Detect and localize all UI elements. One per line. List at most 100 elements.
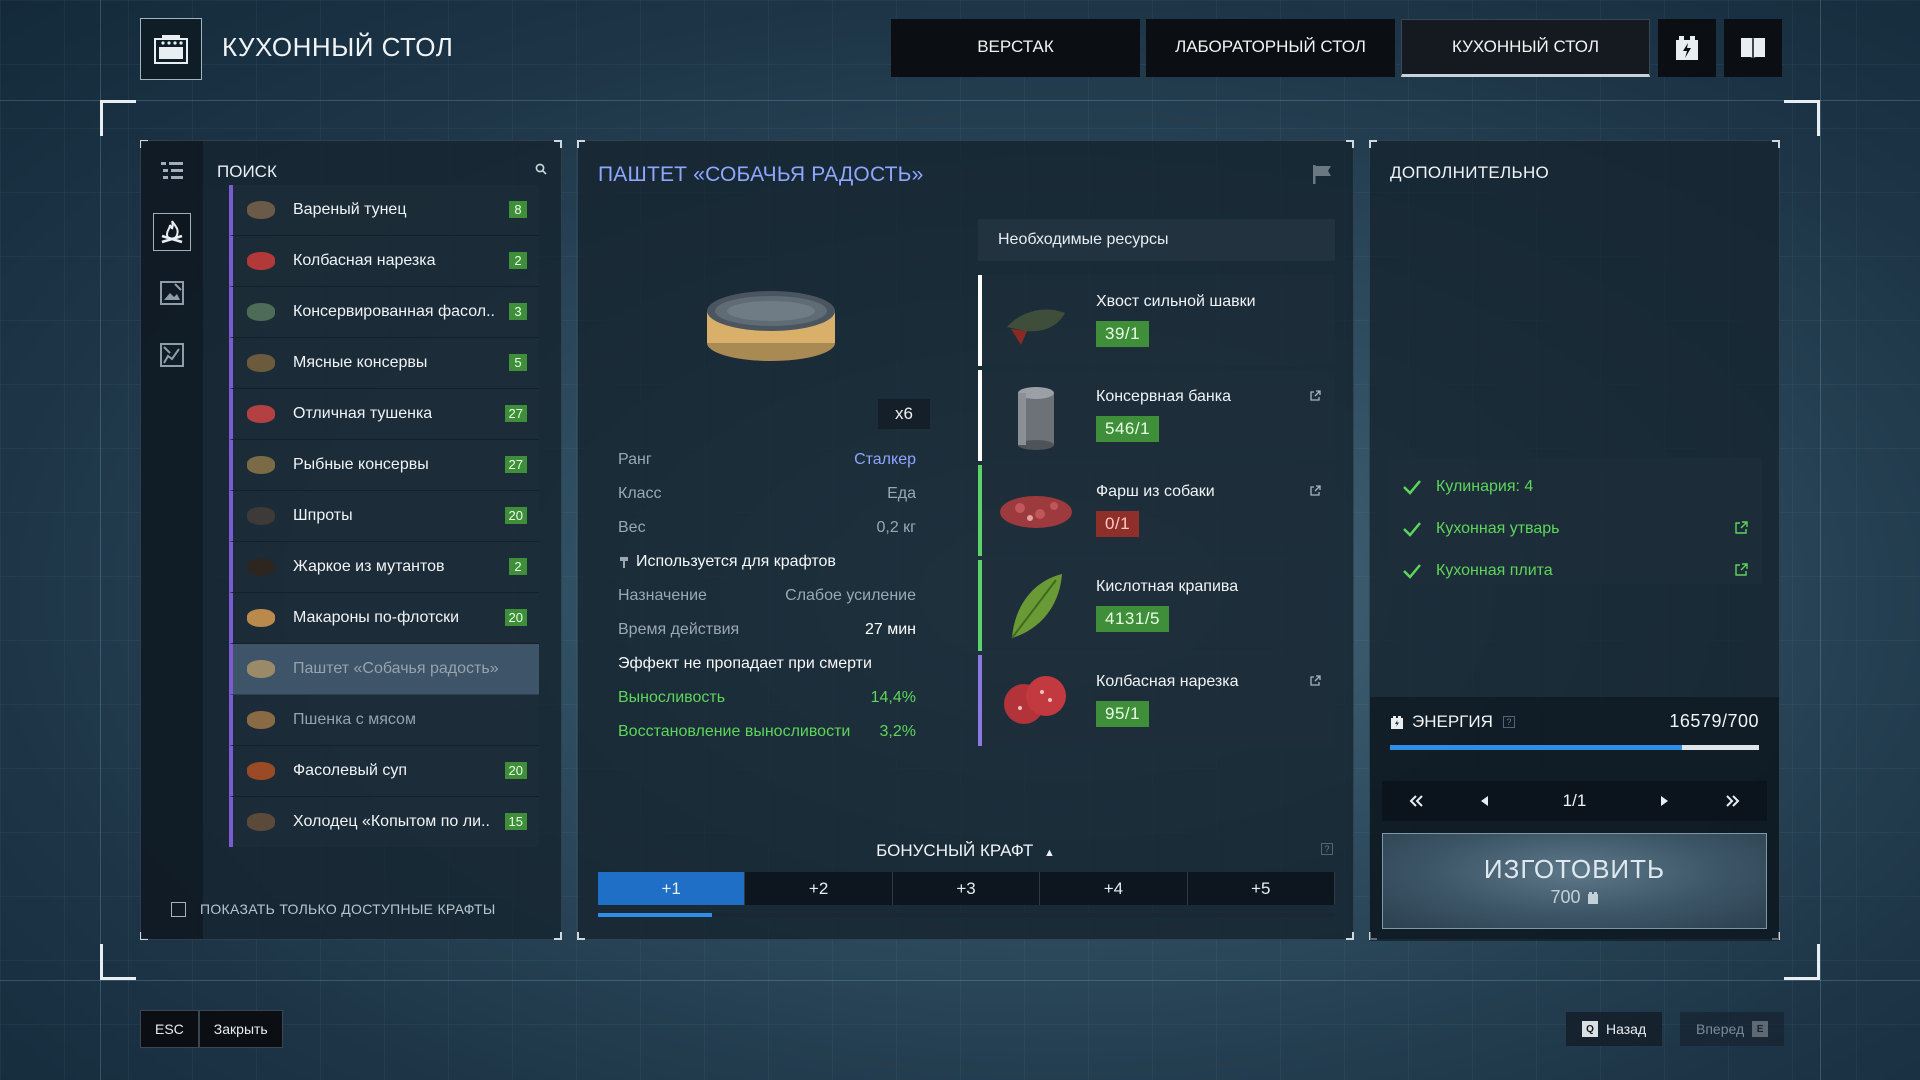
resource-name: Колбасная нарезка [1096,673,1239,690]
forward-button[interactable]: Вперед E [1680,1012,1785,1046]
energy-battery-icon [1391,715,1403,729]
stat-class: Класс Еда [618,477,916,511]
energy-row: ЭНЕРГИЯ ? 16579/700 [1390,711,1759,732]
campfire-icon [161,220,183,244]
energy-bar [1390,745,1759,750]
recipe-item[interactable]: Пшенка с мясом [229,695,539,746]
tab-kitchen-table[interactable]: КУХОННЫЙ СТОЛ [1401,19,1650,77]
category-2[interactable] [154,275,190,311]
available-filter[interactable]: ПОКАЗАТЬ ТОЛЬКО ДОСТУПНЫЕ КРАФТЫ [171,901,496,917]
bonus-tab[interactable]: +3 [892,872,1041,905]
recipe-count-badge: 15 [504,813,527,830]
back-button[interactable]: Q Назад [1566,1012,1663,1046]
sort-list-button[interactable] [154,153,190,189]
stat-label: Класс [618,485,662,502]
recipe-item[interactable]: Паштет «Собачья радость» [229,644,539,695]
panel-corner [577,932,585,940]
quantity-badge: x6 [878,399,930,429]
requirement-label: Кухонная плита [1436,562,1553,579]
additional-title: ДОПОЛНИТЕЛЬНО [1390,163,1550,182]
recipe-item[interactable]: Мясные консервы 5 [229,338,539,389]
panel-corner [1346,932,1354,940]
recipe-item[interactable]: Вареный тунец 8 [229,185,539,236]
craft-button[interactable]: ИЗГОТОВИТЬ 700 [1382,833,1767,929]
tab-lab-table[interactable]: ЛАБОРАТОРНЫЙ СТОЛ [1146,19,1395,77]
frame-line [0,980,1920,981]
resource-item[interactable]: Фарш из собаки 0/1 [978,465,1335,556]
edit-image-icon [160,281,184,305]
bonus-craft-toggle[interactable]: БОНУСНЫЙ КРАФТ ▲ [578,841,1353,861]
category-cooking[interactable] [153,213,191,251]
recipe-item[interactable]: Холодец «Копытом по ли.. 15 [229,797,539,847]
recipe-count-badge: 2 [509,252,527,269]
pager-next-button[interactable] [1631,781,1699,821]
double-chevron-left-icon [1409,795,1423,807]
esc-key[interactable]: ESC [140,1010,199,1048]
recipe-count-badge: 5 [509,354,527,371]
pager-prev-button[interactable] [1450,781,1518,821]
recipe-item[interactable]: Консервированная фасол.. 3 [229,287,539,338]
recipe-name: Отличная тушенка [293,405,433,422]
recipe-item[interactable]: Макароны по-флотски 20 [229,593,539,644]
recipe-thumbnail [247,456,275,474]
frame-line [100,0,101,1080]
recipe-name: Мясные консервы [293,354,428,371]
stove-icon [154,35,188,64]
resource-item[interactable]: Хвост сильной шавки 39/1 [978,275,1335,366]
recipe-item[interactable]: Шпроты 20 [229,491,539,542]
stat-value: Еда [887,485,916,502]
recipe-name: Жаркое из мутантов [293,558,445,575]
resource-count: 546/1 [1096,416,1160,442]
external-link-icon[interactable] [1734,563,1748,577]
sausage-slices-icon [996,665,1076,737]
resource-item[interactable]: Кислотная крапива 4131/5 [978,560,1335,651]
category-3[interactable] [154,337,190,373]
stat-value: 27 мин [864,621,916,638]
bonus-help-icon[interactable]: ? [1321,843,1333,855]
panel-corner [554,932,562,940]
tab-workbench[interactable]: ВЕРСТАК [891,19,1140,77]
stat-purpose: Назначение Слабое усиление [618,579,916,613]
frame-corner [1784,944,1820,980]
resource-item[interactable]: Колбасная нарезка 95/1 [978,655,1335,746]
recipe-thumbnail [247,303,275,321]
bonus-tab[interactable]: +4 [1040,872,1188,905]
energy-battery-icon [1587,892,1598,904]
pager-first-button[interactable] [1382,781,1450,821]
available-only-checkbox[interactable] [171,901,186,917]
recipe-item[interactable]: Отличная тушенка 27 [229,389,539,440]
recipe-name: Паштет «Собачья радость» [293,660,499,677]
recipe-name: Холодец «Копытом по ли.. [293,813,490,830]
close-control[interactable]: ESC Закрыть [140,1010,283,1048]
recipe-item[interactable]: Рыбные консервы 27 [229,440,539,491]
resource-count: 95/1 [1096,701,1150,727]
effect-value: 14,4% [870,689,916,706]
resource-item[interactable]: Консервная банка 546/1 [978,370,1335,461]
external-link-icon[interactable] [1734,521,1748,535]
effect-value: 3,2% [879,723,916,740]
external-link-icon[interactable] [1309,390,1321,402]
recipe-item[interactable]: Фасолевый суп 20 [229,746,539,797]
bonus-tab[interactable]: +5 [1187,872,1336,905]
recipe-item[interactable]: Жаркое из мутантов 2 [229,542,539,593]
pager-last-button[interactable] [1699,781,1767,821]
bonus-tab[interactable]: +2 [745,872,893,905]
filter-label: ПОКАЗАТЬ ТОЛЬКО ДОСТУПНЫЕ КРАФТЫ [200,901,496,917]
recipe-item[interactable]: Колбасная нарезка 2 [229,236,539,287]
flag-icon[interactable] [1311,163,1333,185]
close-button[interactable]: Закрыть [198,1010,283,1048]
search-icon[interactable] [535,163,547,175]
book-button[interactable] [1724,19,1782,77]
external-link-icon[interactable] [1309,485,1321,497]
craft-cost-value: 700 [1550,887,1581,907]
bonus-tab[interactable]: +1 [598,872,746,905]
check-icon [1403,480,1421,495]
external-link-icon[interactable] [1309,675,1321,687]
energy-battery-button[interactable] [1658,19,1716,77]
recipe-count-badge: 2 [509,558,527,575]
resource-name: Кислотная крапива [1096,578,1239,595]
stat-label: Ранг [618,451,652,468]
recipe-count-badge: 27 [504,405,527,422]
energy-help-icon[interactable]: ? [1502,715,1515,728]
sort-list-icon [161,162,183,179]
